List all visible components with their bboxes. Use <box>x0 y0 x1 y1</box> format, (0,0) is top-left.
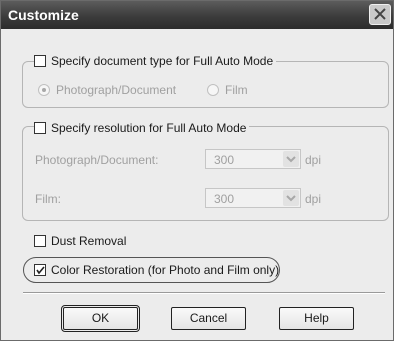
radio-button <box>207 84 219 96</box>
dust-removal-checkbox[interactable]: Dust Removal <box>34 234 130 248</box>
radio-film-label: Film <box>225 83 248 97</box>
photograph-document-resolution-label: Photograph/Document: <box>35 153 159 167</box>
checkmark-icon <box>36 266 45 275</box>
specify-document-type-checkbox[interactable]: Specify document type for Full Auto Mode <box>34 54 277 68</box>
ok-button[interactable]: OK <box>61 305 140 332</box>
film-resolution-label: Film: <box>35 192 61 206</box>
checkbox-box <box>34 122 46 134</box>
radio-button <box>38 84 50 96</box>
radio-photograph-document[interactable]: Photograph/Document <box>38 83 176 97</box>
checkbox-box <box>34 264 46 276</box>
radio-photograph-document-label: Photograph/Document <box>56 83 177 97</box>
dust-removal-label: Dust Removal <box>51 234 127 248</box>
chevron-down-icon <box>283 151 299 167</box>
separator <box>23 292 385 294</box>
help-button[interactable]: Help <box>279 307 354 330</box>
dpi-unit-label: dpi <box>305 192 322 206</box>
film-resolution-select[interactable]: 300 <box>205 188 301 208</box>
photograph-document-resolution-select[interactable]: 300 <box>205 149 301 169</box>
customize-dialog: Customize Specify document type for Full… <box>0 0 394 341</box>
checkbox-box <box>34 235 46 247</box>
specify-document-type-label: Specify document type for Full Auto Mode <box>51 54 274 68</box>
chevron-down-icon <box>283 190 299 206</box>
checkbox-box <box>34 55 46 67</box>
radio-film[interactable]: Film <box>207 83 248 97</box>
close-button[interactable] <box>369 4 391 25</box>
select-value: 300 <box>214 192 235 206</box>
specify-resolution-label: Specify resolution for Full Auto Mode <box>51 121 247 135</box>
specify-resolution-checkbox[interactable]: Specify resolution for Full Auto Mode <box>34 121 250 135</box>
dialog-title: Customize <box>8 7 79 23</box>
dpi-unit-label: dpi <box>305 153 322 167</box>
title-bar[interactable]: Customize <box>1 1 393 29</box>
color-restoration-checkbox[interactable]: Color Restoration (for Photo and Film on… <box>34 263 282 277</box>
cancel-button[interactable]: Cancel <box>171 307 246 330</box>
color-restoration-label: Color Restoration (for Photo and Film on… <box>51 263 280 277</box>
close-icon <box>374 8 386 20</box>
ok-button-label: OK <box>91 311 110 325</box>
cancel-button-label: Cancel <box>189 311 228 325</box>
help-button-label: Help <box>304 311 329 325</box>
select-value: 300 <box>214 153 235 167</box>
